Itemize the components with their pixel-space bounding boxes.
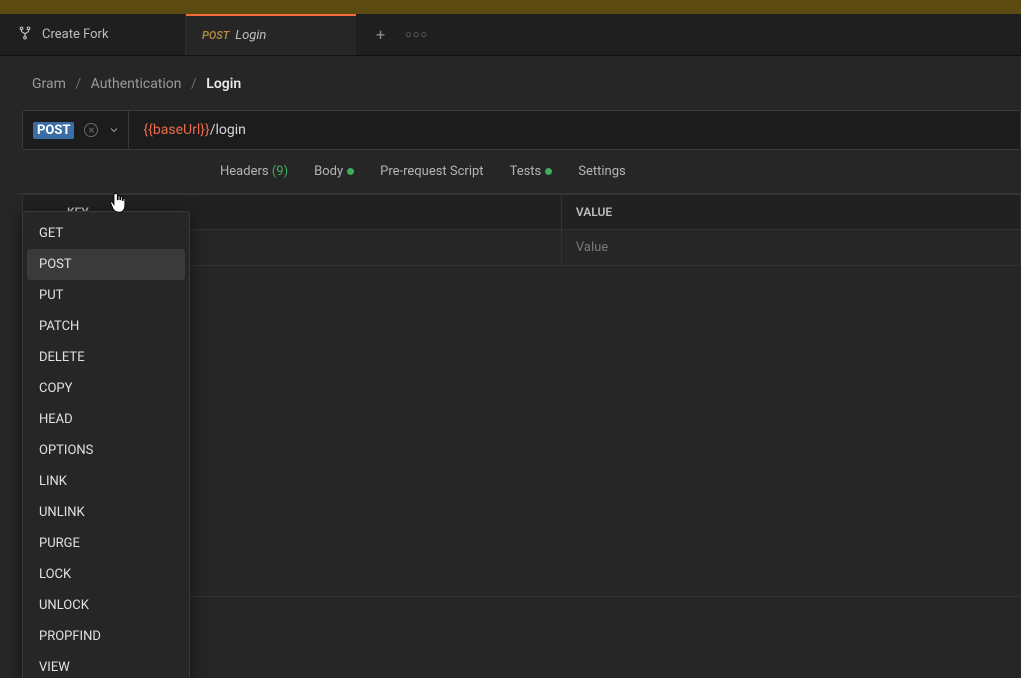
request-subtabs: Headers (9) Body Pre-request Script Test… xyxy=(14,150,1021,194)
tab-bar: Create Fork POST Login + ○○○ xyxy=(0,14,1021,56)
subtab-headers-label: Headers xyxy=(220,164,269,179)
window-top-strip xyxy=(0,0,1021,14)
method-option-copy[interactable]: COPY xyxy=(27,373,185,404)
tab-login[interactable]: POST Login xyxy=(186,14,356,55)
breadcrumb-root[interactable]: Gram xyxy=(32,76,66,92)
breadcrumb-sep: / xyxy=(191,76,197,92)
tests-active-dot xyxy=(545,168,552,175)
method-option-purge[interactable]: PURGE xyxy=(27,528,185,559)
method-option-delete[interactable]: DELETE xyxy=(27,342,185,373)
create-fork-label: Create Fork xyxy=(42,27,109,42)
tab-actions: + ○○○ xyxy=(356,14,428,55)
method-option-put[interactable]: PUT xyxy=(27,280,185,311)
method-option-patch[interactable]: PATCH xyxy=(27,311,185,342)
tab-method-badge: POST xyxy=(202,29,229,42)
clear-method-icon[interactable]: × xyxy=(84,123,98,137)
method-option-view[interactable]: VIEW xyxy=(27,652,185,678)
subtab-body[interactable]: Body xyxy=(314,164,354,179)
method-dropdown: GETPOSTPUTPATCHDELETECOPYHEADOPTIONSLINK… xyxy=(22,211,190,678)
method-option-post[interactable]: POST xyxy=(27,249,185,280)
breadcrumb-sep: / xyxy=(75,76,81,92)
url-row: POST × {{baseUrl}}/login xyxy=(14,110,1021,150)
url-variable: {{baseUrl}} xyxy=(143,122,209,138)
subtab-tests[interactable]: Tests xyxy=(510,164,553,179)
fork-icon xyxy=(18,26,32,44)
method-selected-label: POST xyxy=(33,122,74,139)
method-option-lock[interactable]: LOCK xyxy=(27,559,185,590)
tab-overflow-button[interactable]: ○○○ xyxy=(405,28,428,41)
body-active-dot xyxy=(347,168,354,175)
tab-title: Login xyxy=(235,28,266,43)
url-input[interactable]: {{baseUrl}}/login xyxy=(129,110,1021,150)
method-select[interactable]: POST × xyxy=(22,110,129,150)
breadcrumb-folder[interactable]: Authentication xyxy=(91,76,182,92)
new-tab-button[interactable]: + xyxy=(376,25,385,44)
url-path: /login xyxy=(210,122,246,138)
table-header-value: VALUE xyxy=(561,195,1020,230)
subtab-prerequest[interactable]: Pre-request Script xyxy=(380,164,483,179)
method-option-propfind[interactable]: PROPFIND xyxy=(27,621,185,652)
method-option-unlink[interactable]: UNLINK xyxy=(27,497,185,528)
breadcrumb: Gram / Authentication / Login xyxy=(14,56,1021,110)
method-option-options[interactable]: OPTIONS xyxy=(27,435,185,466)
request-content: Gram / Authentication / Login POST × {{b… xyxy=(0,56,1021,643)
subtab-settings[interactable]: Settings xyxy=(578,164,625,179)
headers-count: (9) xyxy=(272,164,288,179)
breadcrumb-current: Login xyxy=(206,76,241,92)
method-option-link[interactable]: LINK xyxy=(27,466,185,497)
value-input-cell[interactable]: Value xyxy=(561,230,1020,266)
subtab-headers[interactable]: Headers (9) xyxy=(220,164,288,179)
method-option-unlock[interactable]: UNLOCK xyxy=(27,590,185,621)
subtab-tests-label: Tests xyxy=(510,164,542,179)
chevron-down-icon xyxy=(108,121,120,140)
subtab-body-label: Body xyxy=(314,164,343,179)
method-option-get[interactable]: GET xyxy=(27,218,185,249)
create-fork-button[interactable]: Create Fork xyxy=(0,14,186,55)
method-option-head[interactable]: HEAD xyxy=(27,404,185,435)
